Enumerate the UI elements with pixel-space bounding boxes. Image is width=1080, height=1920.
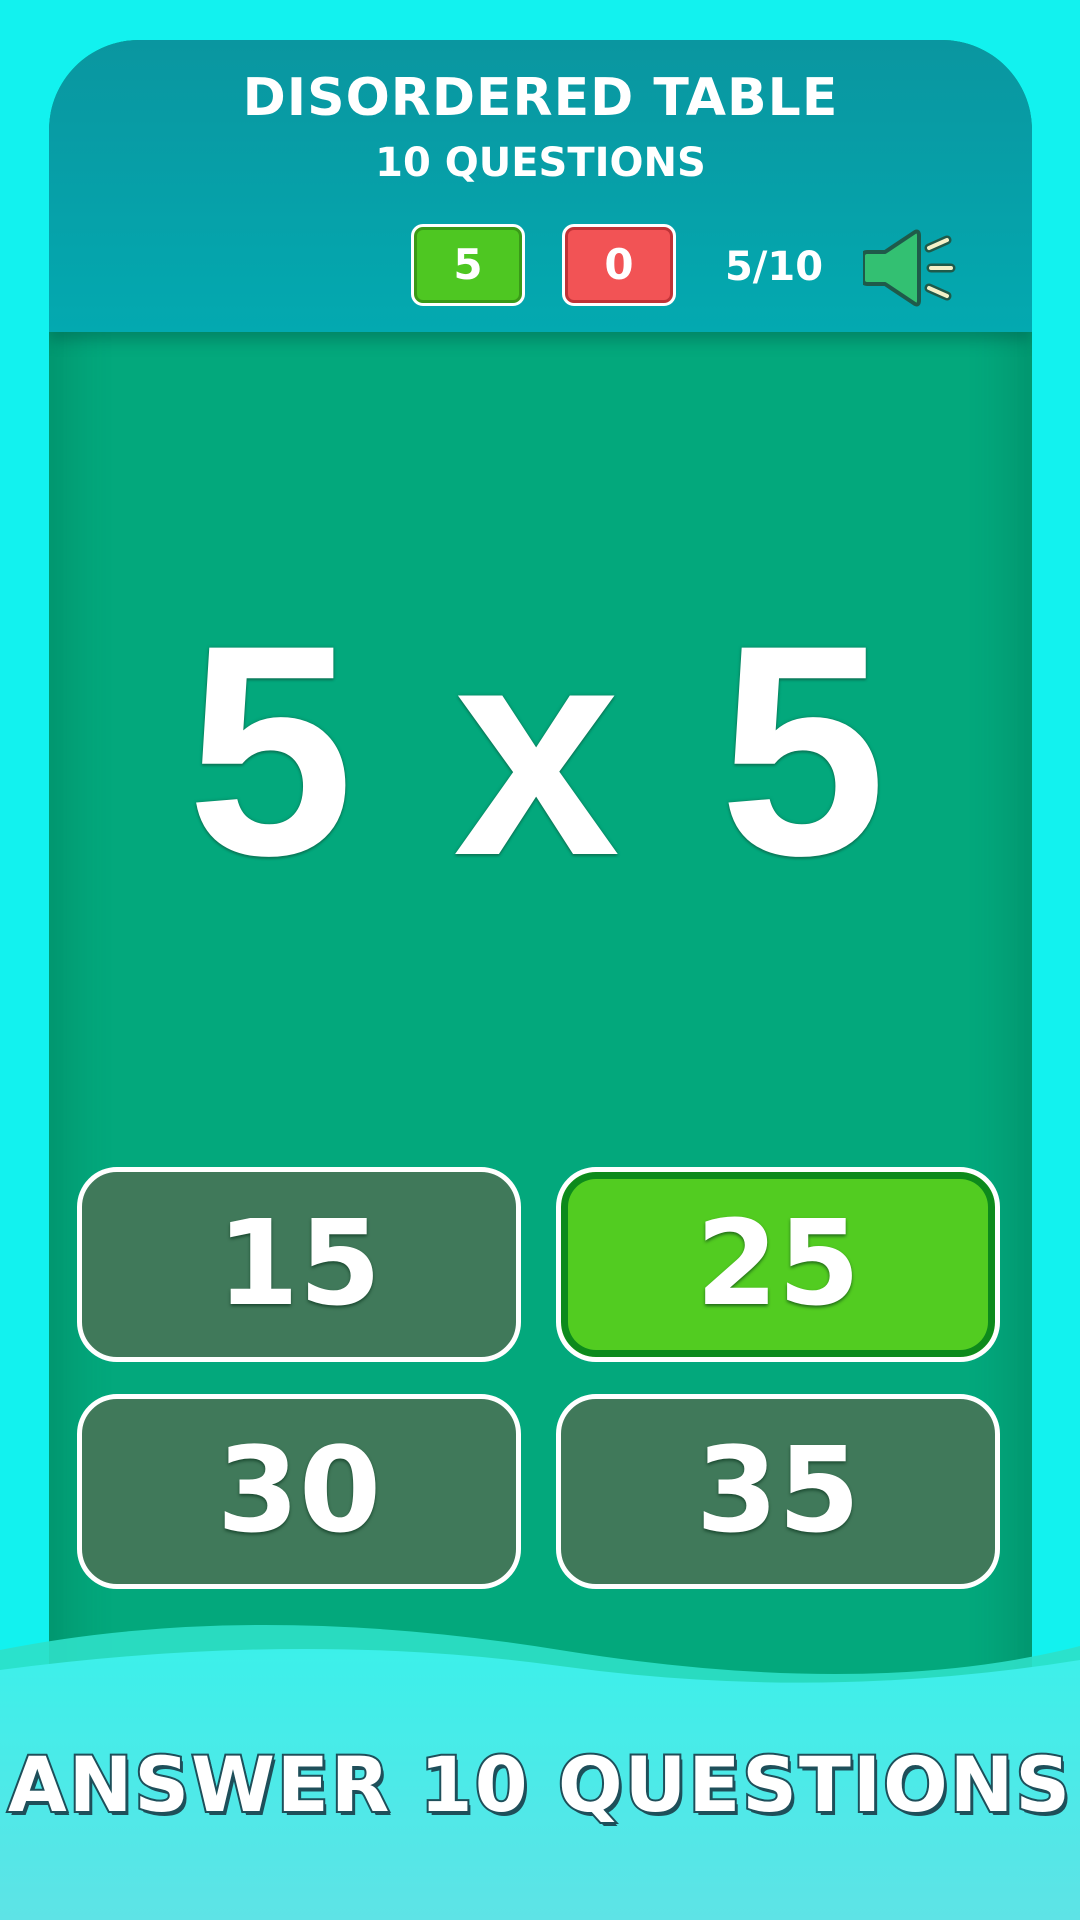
game-board: DISORDERED TABLE 10 QUESTIONS 5 0 5/10 5… bbox=[49, 40, 1032, 1760]
correct-count-badge: 5 bbox=[411, 224, 525, 306]
game-subtitle: 10 QUESTIONS bbox=[375, 140, 706, 186]
promo-banner-text: ANSWER 10 QUESTIONS bbox=[6, 1738, 1073, 1831]
answer-button-3[interactable]: 30 bbox=[77, 1394, 521, 1589]
answer-button-4[interactable]: 35 bbox=[556, 1394, 1000, 1589]
question-text: 5 x 5 bbox=[186, 582, 895, 918]
header-bar: DISORDERED TABLE 10 QUESTIONS 5 0 5/10 bbox=[49, 40, 1032, 332]
answer-button-1[interactable]: 15 bbox=[77, 1167, 521, 1362]
question-progress: 5/10 bbox=[724, 244, 824, 290]
answer-button-2[interactable]: 25 bbox=[556, 1167, 1000, 1362]
speaker-on-icon[interactable] bbox=[863, 226, 963, 310]
wrong-count-badge: 0 bbox=[562, 224, 676, 306]
game-title: DISORDERED TABLE bbox=[242, 68, 839, 128]
